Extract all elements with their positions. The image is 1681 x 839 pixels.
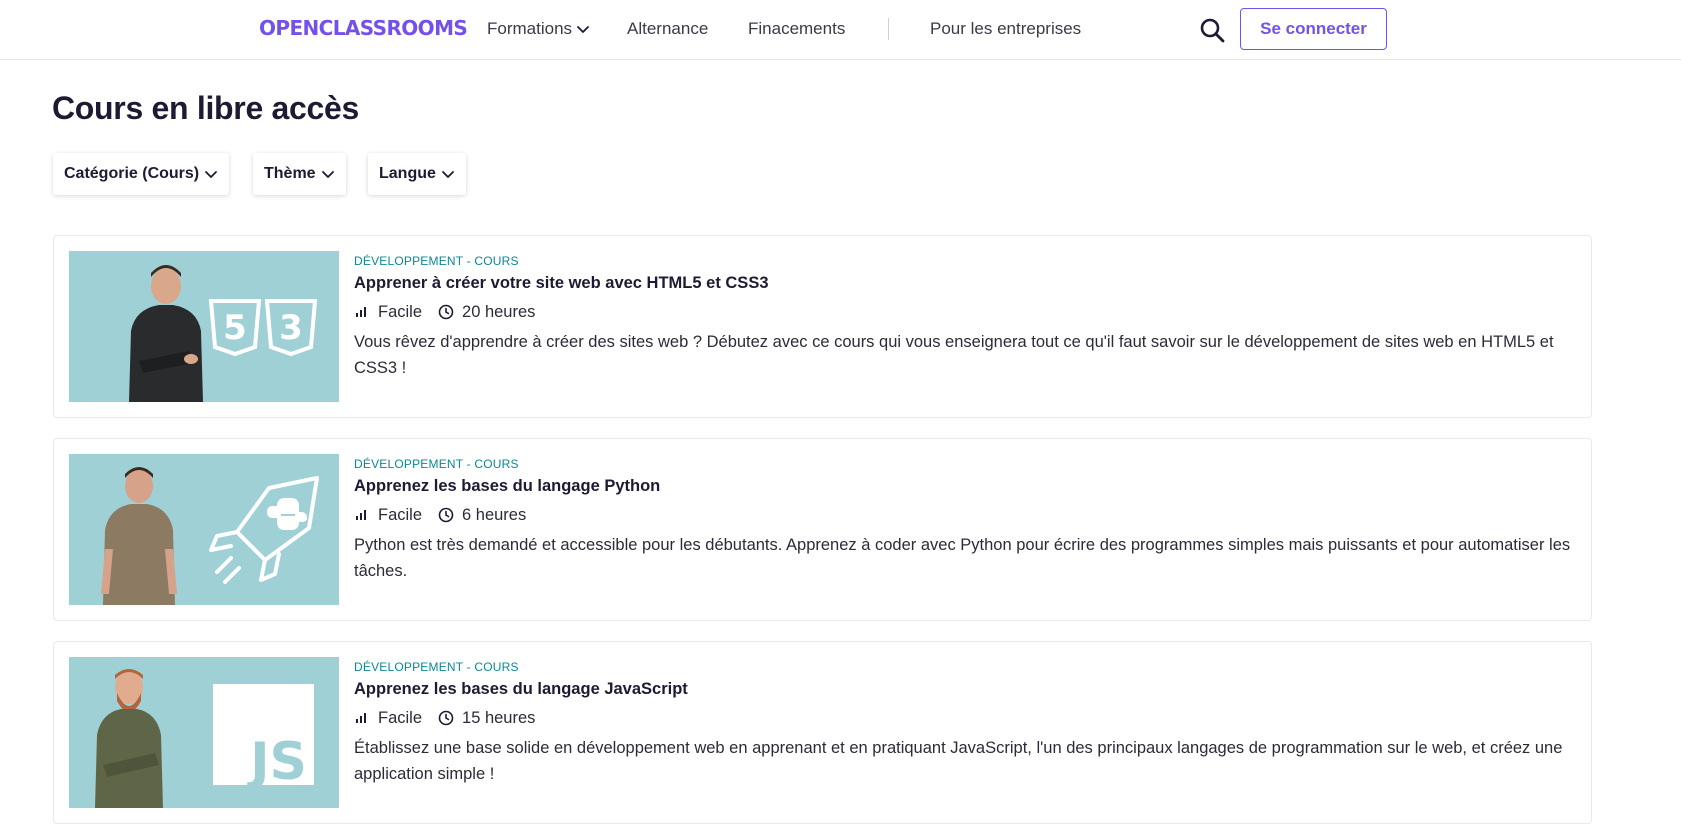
chevron-down-icon [577, 26, 589, 33]
nav-divider [888, 18, 889, 40]
course-thumbnail [69, 454, 339, 605]
search-button[interactable] [1198, 16, 1226, 44]
course-category: DÉVELOPPEMENT - COURS [354, 660, 519, 674]
difficulty-bars-icon [356, 510, 366, 520]
nav-alternance[interactable]: Alternance [627, 19, 708, 39]
nav-alternance-label: Alternance [627, 19, 709, 38]
svg-text:5: 5 [223, 308, 247, 348]
course-category: DÉVELOPPEMENT - COURS [354, 254, 519, 268]
login-button[interactable]: Se connecter [1240, 8, 1387, 50]
logo-text: OPENCLASSROOMS [259, 16, 468, 40]
course-description: Vous rêvez d'apprendre à créer des sites… [354, 333, 1554, 377]
nav-financements-label: Finacements [748, 19, 846, 38]
course-card[interactable]: JS DÉVELOPPEMENT - COURS Apprenez les ba… [53, 641, 1592, 824]
svg-text:3: 3 [279, 308, 303, 348]
course-duration: 20 heures [462, 302, 536, 321]
nav-entreprises[interactable]: Pour les entreprises [930, 19, 1081, 39]
course-card[interactable]: DÉVELOPPEMENT - COURS Apprenez les bases… [53, 438, 1592, 621]
clock-icon [438, 507, 454, 523]
html5-css3-logo-icon: 5 3 [69, 251, 339, 402]
clock-icon [438, 710, 454, 726]
filter-theme-dropdown[interactable]: Thème [253, 153, 346, 195]
course-level: Facile [378, 708, 423, 727]
course-title[interactable]: Apprenez les bases du langage Python [354, 477, 1584, 499]
course-title[interactable]: Apprenez les bases du langage JavaScript [354, 680, 1584, 702]
filter-category-label: Catégorie (Cours) [64, 165, 200, 182]
difficulty-bars-icon [356, 307, 366, 317]
top-navigation-bar: OPENCLASSROOMS Formations Alternance Fin… [0, 0, 1681, 60]
course-category: DÉVELOPPEMENT - COURS [354, 457, 519, 471]
filter-language-dropdown[interactable]: Langue [368, 153, 466, 195]
course-level: Facile [378, 302, 423, 321]
course-level: Facile [378, 505, 423, 524]
course-description: Établissez une base solide en développem… [354, 739, 1563, 783]
nav-formations-label: Formations [487, 19, 573, 38]
chevron-down-icon [441, 171, 454, 178]
course-thumbnail: 5 3 [69, 251, 339, 402]
filter-language-label: Langue [379, 165, 436, 182]
course-description: Python est très demandé et accessible po… [354, 536, 1571, 580]
nav-entreprises-label: Pour les entreprises [930, 19, 1082, 38]
clock-icon [438, 304, 454, 320]
javascript-logo-icon: JS [69, 657, 339, 808]
filter-category-dropdown[interactable]: Catégorie (Cours) [53, 153, 230, 195]
search-icon [1200, 18, 1225, 43]
python-rocket-icon [69, 454, 339, 605]
chevron-down-icon [205, 171, 218, 178]
course-card[interactable]: 5 3 DÉVELOPPEMENT - COURS Apprener à cré… [53, 235, 1592, 418]
page-title: Cours en libre accès [52, 90, 360, 126]
nav-formations-dropdown[interactable]: Formations [487, 19, 590, 39]
course-duration: 15 heures [462, 708, 536, 727]
difficulty-bars-icon [356, 713, 366, 723]
filter-theme-label: Thème [264, 165, 316, 182]
course-duration: 6 heures [462, 505, 527, 524]
nav-financements[interactable]: Finacements [748, 19, 845, 39]
chevron-down-icon [321, 171, 334, 178]
js-logo-text: JS [247, 732, 307, 792]
course-title[interactable]: Apprener à créer votre site web avec HTM… [354, 274, 1584, 296]
openclassrooms-logo[interactable]: OPENCLASSROOMS [259, 16, 468, 40]
course-thumbnail: JS [69, 657, 339, 808]
